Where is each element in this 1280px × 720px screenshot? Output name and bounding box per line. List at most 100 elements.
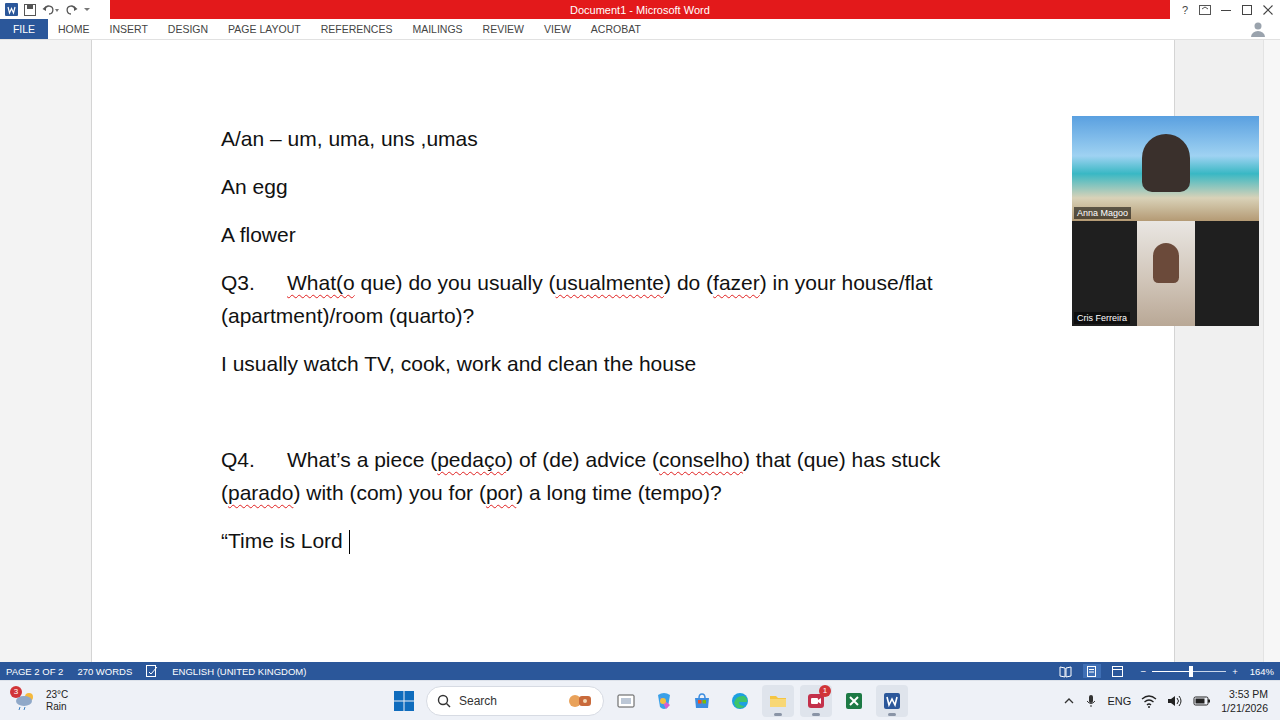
taskbar-app[interactable] bbox=[610, 685, 642, 717]
search-placeholder: Search bbox=[459, 694, 559, 708]
task-view-icon bbox=[616, 691, 636, 711]
file-tab[interactable]: FILE bbox=[0, 19, 48, 39]
system-tray: ENG 3:53 PM1/21/2026 bbox=[908, 687, 1280, 715]
text-run: ) a long time (tempo)? bbox=[516, 481, 721, 504]
ribbon-display-icon[interactable] bbox=[1199, 4, 1211, 16]
search-box[interactable]: Search bbox=[426, 686, 604, 716]
minimize-icon[interactable] bbox=[1220, 4, 1232, 16]
view-button[interactable] bbox=[1057, 664, 1075, 678]
vertical-scrollbar[interactable] bbox=[1263, 40, 1280, 662]
window-title: Document1 - Microsoft Word bbox=[570, 4, 710, 16]
participant-video bbox=[1142, 134, 1190, 192]
wifi-icon[interactable] bbox=[1141, 694, 1157, 708]
view-button[interactable] bbox=[1083, 664, 1101, 678]
zoom-slider[interactable] bbox=[1152, 671, 1226, 672]
help-button[interactable]: ? bbox=[1180, 4, 1190, 16]
redo-icon[interactable] bbox=[66, 4, 78, 16]
quick-access-toolbar bbox=[0, 0, 110, 19]
text-run: ) with (com) you for ( bbox=[293, 481, 486, 504]
save-icon[interactable] bbox=[24, 4, 36, 16]
participant-tile[interactable]: Cris Ferreira bbox=[1072, 221, 1259, 326]
zoom-out-button[interactable]: − bbox=[1141, 666, 1147, 677]
word-logo-icon[interactable] bbox=[5, 3, 18, 16]
text-run: ) of (de) advice ( bbox=[506, 448, 659, 471]
ribbon-tab[interactable]: DESIGN bbox=[158, 19, 218, 39]
taskbar-app[interactable]: 1 bbox=[800, 685, 832, 717]
edge-icon bbox=[730, 691, 750, 711]
weather: 323°CRain bbox=[0, 689, 388, 713]
weather-widget[interactable]: 3 bbox=[14, 690, 40, 712]
word-icon bbox=[882, 691, 902, 711]
volume-icon[interactable] bbox=[1167, 694, 1183, 708]
status-bar: PAGE 2 OF 2 270 WORDS ENGLISH (UNITED KING… bbox=[0, 662, 1280, 680]
paragraph[interactable]: I usually watch TV, cook, work and clean… bbox=[221, 347, 1024, 380]
text-run: que) do you usually ( bbox=[355, 271, 556, 294]
participant-video bbox=[1153, 243, 1179, 283]
participant-tile[interactable]: Anna Magoo bbox=[1072, 116, 1259, 221]
participant-name: Cris Ferreira bbox=[1074, 312, 1130, 324]
temperature: 23°C bbox=[46, 689, 68, 701]
title-banner: Document1 - Microsoft Word bbox=[110, 0, 1170, 19]
maximize-icon[interactable] bbox=[1241, 4, 1253, 16]
window-controls: ? bbox=[1170, 0, 1280, 19]
taskbar-app[interactable] bbox=[724, 685, 756, 717]
paragraph[interactable] bbox=[221, 395, 1024, 428]
input-language[interactable]: ENG bbox=[1107, 695, 1131, 707]
question-number: Q4. bbox=[221, 443, 287, 476]
close-icon[interactable] bbox=[1262, 4, 1274, 16]
ribbon-tab[interactable]: MAILINGS bbox=[402, 19, 472, 39]
proofing-icon[interactable] bbox=[146, 665, 158, 677]
microphone-icon[interactable] bbox=[1085, 694, 1097, 708]
zoom-level[interactable]: 164% bbox=[1250, 666, 1274, 677]
search-highlight-icon bbox=[567, 692, 593, 710]
text-run: I usually watch TV, cook, work and clean… bbox=[221, 352, 696, 375]
ribbon-tab[interactable]: ACROBAT bbox=[581, 19, 651, 39]
text-run: A flower bbox=[221, 223, 296, 246]
clock[interactable]: 3:53 PM1/21/2026 bbox=[1221, 687, 1268, 715]
start-button[interactable] bbox=[388, 685, 420, 717]
battery-icon[interactable] bbox=[1193, 694, 1211, 708]
misspelled-word: conselho bbox=[659, 448, 743, 471]
document-page[interactable]: A/an – um, uma, uns ,umas An egg A flower Q… bbox=[91, 40, 1175, 662]
zoom-fill bbox=[1152, 671, 1190, 672]
ribbon-tab[interactable]: REFERENCES bbox=[311, 19, 403, 39]
misspelled-word: parado bbox=[228, 481, 293, 504]
account-icon[interactable] bbox=[1250, 21, 1266, 37]
ribbon-tab[interactable]: REVIEW bbox=[473, 19, 534, 39]
paragraph[interactable]: A/an – um, uma, uns ,umas bbox=[221, 122, 1024, 155]
paragraph[interactable]: Q3.What(o que) do you usually (usualment… bbox=[221, 266, 1024, 332]
paragraph[interactable]: Q4.What’s a piece (pedaço) of (de) advic… bbox=[221, 443, 1024, 509]
time: 3:53 PM bbox=[1229, 687, 1268, 701]
paragraph[interactable]: A flower bbox=[221, 218, 1024, 251]
excel-icon bbox=[844, 691, 864, 711]
ribbon-tab[interactable]: PAGE LAYOUT bbox=[218, 19, 311, 39]
text-run: A/an – um, uma, uns ,umas bbox=[221, 127, 478, 150]
ribbon-tab[interactable]: INSERT bbox=[100, 19, 158, 39]
zoom-in-button[interactable]: + bbox=[1232, 666, 1238, 677]
undo-icon[interactable] bbox=[42, 4, 60, 16]
show-hidden-icons-icon[interactable] bbox=[1063, 695, 1075, 707]
taskbar-app[interactable] bbox=[686, 685, 718, 717]
language[interactable]: ENGLISH (UNITED KINGDOM) bbox=[172, 666, 306, 677]
text-run: An egg bbox=[221, 175, 288, 198]
notification-badge: 3 bbox=[10, 686, 22, 698]
taskbar-app[interactable] bbox=[648, 685, 680, 717]
taskbar-app[interactable] bbox=[838, 685, 870, 717]
view-button[interactable] bbox=[1109, 664, 1127, 678]
copilot-icon bbox=[654, 691, 674, 711]
print-layout-icon bbox=[1085, 665, 1098, 678]
page-count[interactable]: PAGE 2 OF 2 bbox=[6, 666, 63, 677]
customize-toolbar-icon[interactable] bbox=[84, 4, 90, 16]
zoom-thumb[interactable] bbox=[1189, 666, 1193, 677]
zoom-control: − +164% bbox=[1141, 666, 1274, 677]
paragraph[interactable]: “Time is Lord bbox=[221, 524, 1024, 557]
file-explorer-icon bbox=[768, 691, 788, 711]
taskbar-app[interactable] bbox=[762, 685, 794, 717]
ribbon-tab[interactable]: HOME bbox=[48, 19, 100, 39]
taskbar-app[interactable] bbox=[876, 685, 908, 717]
video-call-panel[interactable]: Anna Magoo Cris Ferreira bbox=[1072, 116, 1259, 326]
ribbon-tab[interactable]: VIEW bbox=[534, 19, 581, 39]
title-bar: Document1 - Microsoft Word? bbox=[0, 0, 1280, 19]
paragraph[interactable]: An egg bbox=[221, 170, 1024, 203]
word-count[interactable]: 270 WORDS bbox=[77, 666, 132, 677]
